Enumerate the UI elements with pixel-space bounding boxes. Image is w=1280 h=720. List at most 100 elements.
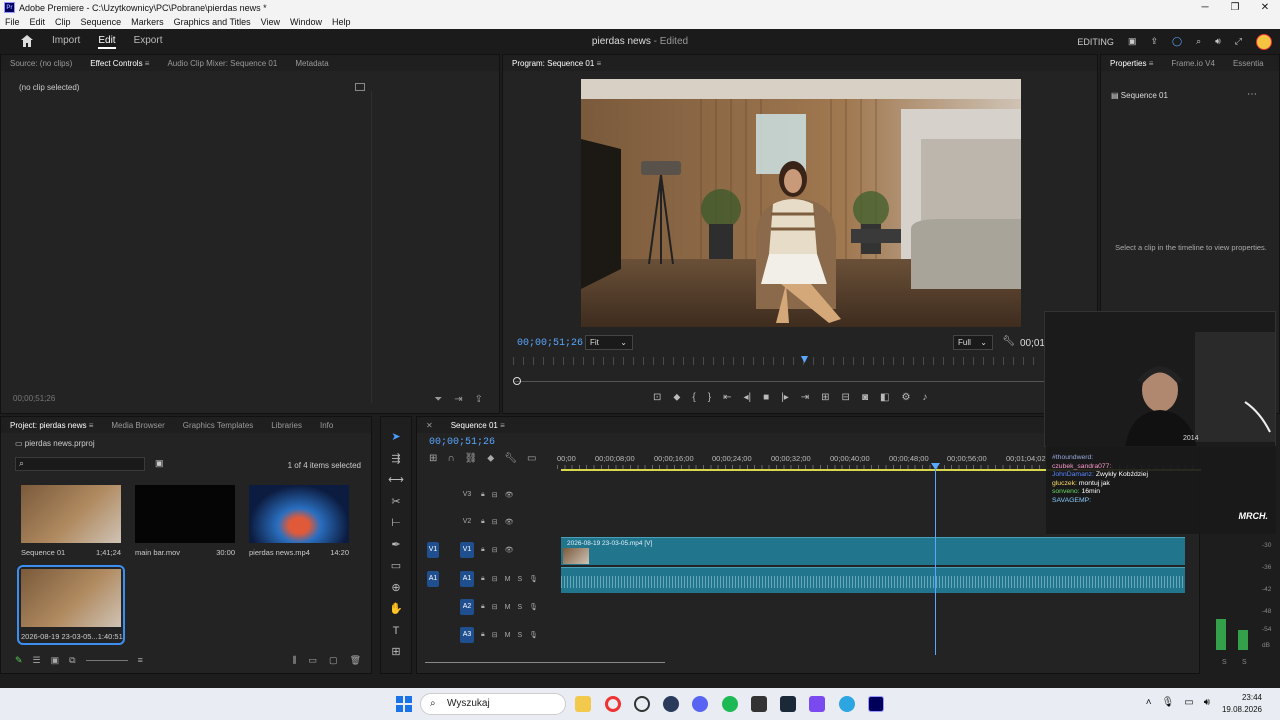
lock-icon[interactable]: 🔒︎ (481, 546, 485, 554)
tab-project[interactable]: Project: pierdas news (1, 421, 102, 430)
app-icon[interactable] (663, 696, 679, 712)
nest-icon[interactable]: ⊞ (429, 453, 437, 464)
automate-icon[interactable]: ⫼ (292, 655, 296, 666)
project-item[interactable]: main bar.mov 30:00 (135, 485, 235, 557)
tab-edit[interactable]: Edit (98, 35, 116, 49)
track-label[interactable]: A1 (460, 571, 474, 587)
solo-button[interactable]: S (517, 632, 522, 639)
overwrite-icon[interactable]: ⊟ (842, 392, 850, 403)
progress-icon[interactable]: ◯ (1172, 36, 1182, 47)
pencil-icon[interactable]: ✎ (15, 655, 23, 666)
tab-libraries[interactable]: Libraries (262, 421, 311, 430)
tab-sequence[interactable]: Sequence 01 (442, 421, 514, 430)
close-icon[interactable]: ✕ (417, 421, 442, 430)
add-marker-icon[interactable]: ⬥ (487, 453, 494, 464)
compare-icon[interactable]: ◧ (880, 392, 889, 403)
windows-start-icon[interactable] (396, 696, 412, 712)
taskbar-clock[interactable]: 23:44 19.08.2026 (1222, 692, 1262, 716)
tab-info[interactable]: Info (311, 421, 342, 430)
tab-graphics-templates[interactable]: Graphics Templates (174, 421, 263, 430)
menu-view[interactable]: View (256, 17, 285, 27)
eye-icon[interactable]: 👁︎ (505, 518, 514, 526)
search-icon[interactable]: ⌕ (1196, 36, 1201, 47)
mark-in-icon[interactable]: { (692, 392, 695, 403)
tab-export[interactable]: Export (134, 35, 163, 49)
tab-essential[interactable]: Essentia (1224, 59, 1273, 68)
volume-icon[interactable]: ♪ (922, 392, 927, 403)
zoom-slider[interactable] (85, 659, 128, 661)
source-patch[interactable] (427, 599, 439, 615)
timeline-timecode[interactable]: 00;00;51;26 (429, 437, 495, 448)
more-options-icon[interactable]: ⋯ (1247, 89, 1257, 100)
track-select-icon[interactable]: ⇶ (384, 450, 408, 468)
tray-icons[interactable]: ˄ 🎙︎ ▭ 🔊︎ (1146, 697, 1210, 708)
menu-help[interactable]: Help (327, 17, 356, 27)
sort-icon[interactable]: ≡ (138, 655, 143, 665)
livestream-icon[interactable] (751, 696, 767, 712)
resolution-select[interactable]: Full ⌄ (953, 335, 993, 350)
rectangle-tool-icon[interactable]: ▭ (384, 557, 408, 575)
panel-divider[interactable] (371, 91, 372, 403)
chrome-icon[interactable] (634, 696, 650, 712)
discord-icon[interactable] (692, 696, 708, 712)
spotify-icon[interactable] (722, 696, 738, 712)
panel-toggle-icon[interactable] (355, 83, 365, 91)
tab-effect-controls[interactable]: Effect Controls (81, 59, 158, 68)
snap-icon[interactable]: ∩ (447, 453, 454, 464)
volume-icon[interactable]: 🔊︎ (1215, 36, 1221, 47)
program-timecode[interactable]: 00;00;51;26 (517, 338, 583, 349)
mark-out-icon[interactable]: } (708, 392, 711, 403)
lock-icon[interactable]: 🔒︎ (481, 603, 485, 611)
freeform-view-icon[interactable]: ⧉ (69, 655, 75, 666)
lock-icon[interactable]: 🔒︎ (481, 491, 485, 499)
camera-icon[interactable]: ◙ (862, 392, 868, 403)
track-label[interactable]: A3 (460, 627, 474, 643)
microphone-icon[interactable]: 🎙︎ (529, 575, 538, 583)
program-scrub-bar[interactable] (515, 381, 1055, 382)
track-label[interactable]: V3 (460, 487, 474, 503)
timeline-playhead[interactable] (935, 465, 936, 655)
restore-button[interactable]: ❐ (1220, 0, 1250, 15)
video-clip[interactable]: 2026-08-19 23-03-05.mp4 [V] (561, 537, 1185, 565)
tab-metadata[interactable]: Metadata (286, 59, 337, 68)
tab-source[interactable]: Source: (no clips) (1, 59, 81, 68)
project-item[interactable]: pierdas news.mp4 14:20 (249, 485, 349, 557)
file-explorer-icon[interactable] (575, 696, 591, 712)
export-icon[interactable]: ⇪ (475, 394, 483, 405)
go-to-out-icon[interactable]: ⇥ (801, 392, 809, 403)
sync-lock-icon[interactable]: ⊟ (492, 603, 498, 611)
sync-lock-icon[interactable]: ⊟ (492, 518, 498, 526)
microphone-icon[interactable]: 🎙︎ (529, 603, 538, 611)
caption-tool-icon[interactable]: ⊞ (384, 643, 408, 661)
folder-icon[interactable]: ▭ (309, 655, 318, 666)
close-button[interactable]: ✕ (1250, 0, 1280, 15)
menu-graphics[interactable]: Graphics and Titles (169, 17, 256, 27)
tab-media-browser[interactable]: Media Browser (102, 421, 173, 430)
microphone-icon[interactable]: 🎙︎ (1162, 697, 1175, 708)
menu-markers[interactable]: Markers (126, 17, 169, 27)
tab-frameio[interactable]: Frame.io V4 (1162, 59, 1224, 68)
minimize-button[interactable]: ─ (1190, 0, 1220, 15)
telegram-icon[interactable] (839, 696, 855, 712)
filter-icon[interactable]: ⏷ (434, 394, 442, 405)
add-marker-icon[interactable]: ⬥ (673, 392, 680, 403)
icon-view-icon[interactable]: ▣ (51, 655, 60, 666)
hand-tool-icon[interactable]: ✋ (384, 600, 408, 618)
project-search-input[interactable]: ⌕ (15, 457, 145, 471)
sync-lock-icon[interactable]: ⊟ (492, 575, 498, 583)
home-icon[interactable] (20, 34, 36, 50)
menu-clip[interactable]: Clip (50, 17, 76, 27)
source-patch[interactable]: A1 (427, 571, 439, 587)
captions-icon[interactable]: ▭ (527, 453, 536, 464)
track-label[interactable]: A2 (460, 599, 474, 615)
fullscreen-icon[interactable]: ⤢ (1235, 36, 1242, 47)
timeline-scrollbar[interactable] (425, 662, 665, 663)
selection-tool-icon[interactable]: ➤ (384, 428, 408, 446)
step-forward-icon[interactable]: |▸ (781, 392, 789, 403)
mute-button[interactable]: M (505, 576, 511, 583)
play-only-audio-icon[interactable]: ⇥ (454, 394, 462, 405)
source-patch[interactable] (427, 627, 439, 643)
project-item-selected[interactable]: 2026-08-19 23-03-05... 1:40:51 (17, 565, 125, 645)
program-video-frame[interactable] (581, 79, 1021, 327)
generative-extend-icon[interactable]: ⊕ (384, 579, 408, 597)
